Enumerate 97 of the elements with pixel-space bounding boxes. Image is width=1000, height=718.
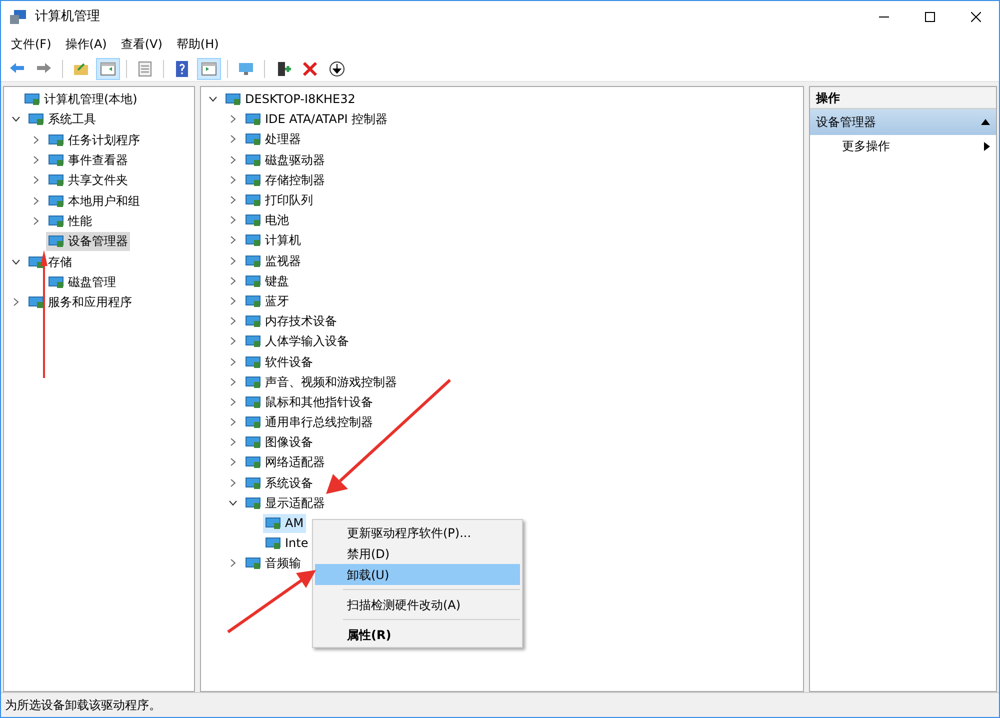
device-icon [265,515,281,532]
menu-item[interactable]: 属性(R) [315,624,520,645]
submenu-arrow-icon [984,142,990,150]
tree-item[interactable]: 系统工具 [26,110,98,129]
close-icon [971,12,981,22]
device-icon [28,254,44,270]
menu-item[interactable]: 扫描检测硬件改动(A) [315,594,520,615]
status-text: 为所选设备卸载该驱动程序。 [5,697,161,714]
tree-item[interactable]: 共享文件夹 [46,170,130,190]
device-icon [245,252,261,269]
tree-item[interactable]: 存储控制器 [243,170,327,190]
device-icon [245,494,261,511]
tree-item[interactable]: 内存技术设备 [243,312,339,331]
tree-item[interactable]: 音频输 [243,554,303,573]
device-icon [48,172,64,188]
tree-item[interactable]: IDE ATA/ATAPI 控制器 [243,110,390,129]
device-icon [245,394,261,410]
tree-item[interactable]: 软件设备 [243,352,315,372]
device-icon [48,132,64,148]
device-icon [48,192,64,209]
tree-item[interactable]: 本地用户和组 [46,191,142,210]
device-icon [245,434,261,450]
menu-item[interactable]: 帮助(H) [170,33,225,55]
tree-item[interactable]: AM [263,514,306,533]
section-title: 设备管理器 [816,114,876,131]
actions-header: 操作 [810,87,996,109]
menu-item[interactable]: 操作(A) [59,33,113,55]
tree-item[interactable]: 磁盘管理 [46,272,118,292]
actions-section[interactable]: 设备管理器 [810,109,996,135]
panel-icon [99,60,117,78]
tree-item[interactable]: 监视器 [243,251,303,270]
help-icon [173,60,191,78]
device-icon [245,131,261,148]
tree-item[interactable]: 计算机管理(本地) [22,90,140,109]
menu-item[interactable]: 卸载(U) [315,564,520,585]
action-item[interactable]: 更多操作 [810,135,996,157]
device-icon [28,111,44,128]
tree-item[interactable]: 键盘 [243,271,291,290]
menu-item[interactable]: 更新驱动程序软件(P)... [315,522,520,543]
tree-item[interactable]: 设备管理器 [46,232,130,251]
device-icon [48,274,64,290]
device-icon [245,152,261,168]
tree-item[interactable]: 鼠标和其他指针设备 [243,392,375,412]
maximize-icon [925,12,935,22]
device-icon [245,292,261,309]
tree-item[interactable]: 显示适配器 [243,493,327,512]
device-icon [48,212,64,229]
device-icon [245,212,261,228]
panel-button[interactable] [96,58,120,80]
panel-icon [200,60,218,78]
menu-item[interactable]: 禁用(D) [315,543,520,564]
device-icon [245,414,261,430]
device-icon [245,313,261,330]
device-icon [245,333,261,350]
device-icon [245,192,261,208]
tree-item[interactable]: 处理器 [243,130,303,149]
download-icon [328,60,346,78]
tree-item[interactable]: 磁盘驱动器 [243,150,327,170]
device-icon [28,294,44,310]
tree-item[interactable]: 服务和应用程序 [26,292,134,312]
tree-item[interactable]: 事件查看器 [46,150,130,170]
app-icon [9,8,27,24]
tree-item[interactable]: Inte [263,534,310,553]
menu-item[interactable]: 文件(F) [5,33,58,55]
tree-item[interactable]: 网络适配器 [243,452,327,472]
device-icon [48,233,64,250]
tree-item[interactable]: 电池 [243,210,291,230]
device-icon [265,535,281,552]
tree-item[interactable]: 计算机 [243,230,303,250]
device-icon [245,454,261,470]
device-icon [245,272,261,289]
device-icon [48,152,64,168]
tree-item[interactable]: 通用串行总线控制器 [243,412,375,432]
tree-item[interactable]: 声音、视频和游戏控制器 [243,372,399,392]
tree-item[interactable]: DESKTOP-I8KHE32 [223,90,358,109]
tree-item[interactable]: 图像设备 [243,432,315,452]
tree-item[interactable]: 人体学输入设备 [243,332,351,351]
collapse-icon [981,119,990,125]
device-icon [245,232,261,248]
tree-item[interactable]: 打印队列 [243,190,315,210]
device-icon [245,474,261,491]
tree-item[interactable]: 性能 [46,211,94,230]
window-title: 计算机管理 [35,8,100,26]
device-icon [24,91,40,108]
tree-item[interactable]: 系统设备 [243,473,315,492]
list-icon [136,60,154,78]
device-icon [245,172,261,188]
device-icon [245,111,261,128]
panel-button[interactable] [197,58,221,80]
device-icon [245,354,261,370]
device-icon [245,374,261,390]
device-icon [225,91,241,108]
delete-icon [301,60,319,78]
tree-item[interactable]: 任务计划程序 [46,130,142,150]
tree-item[interactable]: 蓝牙 [243,291,291,310]
menu-item[interactable]: 查看(V) [114,33,168,55]
device-icon [245,555,261,572]
